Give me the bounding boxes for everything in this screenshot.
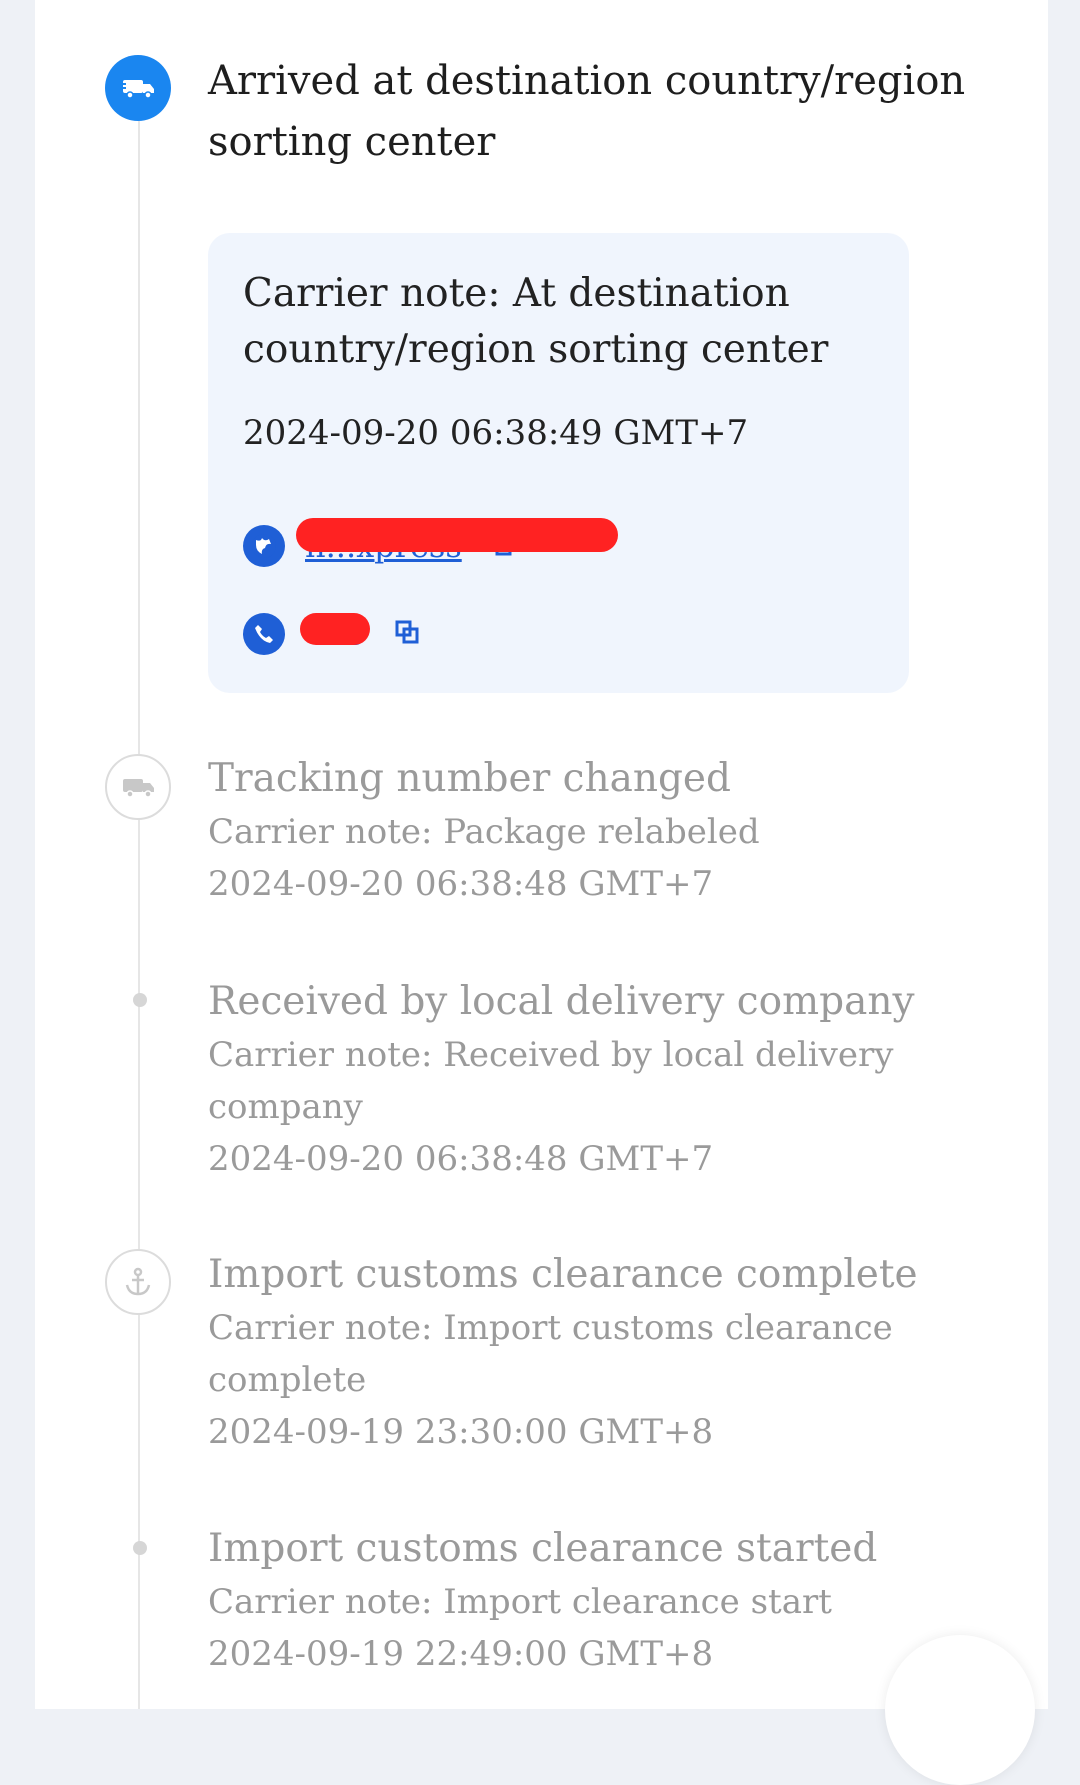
event-carrier-note: Carrier note: Package relabeled [208, 812, 760, 852]
timeline-dot [133, 1541, 147, 1555]
redaction-mark [300, 613, 370, 645]
event-received-local: Received by local delivery company Carri… [208, 975, 968, 1185]
event-title: Import customs clearance complete [208, 1252, 918, 1297]
event-carrier-note: Carrier note: Import customs clearance c… [208, 1308, 893, 1400]
globe-icon [243, 525, 285, 567]
event-timestamp: 2024-09-20 06:38:48 GMT+7 [208, 864, 714, 904]
event-title: Received by local delivery company [208, 979, 915, 1024]
timeline-line [138, 90, 140, 1709]
event-title: Tracking number changed [208, 756, 731, 801]
event-customs-started: Import customs clearance started Carrier… [208, 1522, 968, 1680]
anchor-icon [105, 1249, 171, 1315]
event-timestamp: 2024-09-19 23:30:00 GMT+8 [208, 1412, 714, 1452]
event-carrier-note: Carrier note: Received by local delivery… [208, 1035, 894, 1127]
truck-icon [105, 55, 171, 121]
redaction-mark [296, 518, 618, 552]
event-carrier-note: Carrier note: Import clearance start [208, 1582, 832, 1622]
phone-icon [243, 613, 285, 655]
event-arrived: Arrived at destination country/region so… [208, 51, 968, 173]
copy-icon[interactable] [395, 620, 419, 648]
truck-icon [105, 754, 171, 820]
event-title: Arrived at destination country/region so… [208, 58, 966, 165]
event-title: Import customs clearance started [208, 1526, 878, 1571]
carrier-note-card: Carrier note: At destination country/reg… [208, 233, 909, 693]
card-timestamp: 2024-09-20 06:38:49 GMT+7 [243, 413, 749, 453]
event-customs-complete: Import customs clearance complete Carrie… [208, 1248, 968, 1458]
card-carrier-note: Carrier note: At destination country/reg… [243, 271, 829, 372]
help-chat-button[interactable] [885, 1635, 1035, 1785]
event-timestamp: 2024-09-20 06:38:48 GMT+7 [208, 1139, 714, 1179]
event-tracking-changed: Tracking number changed Carrier note: Pa… [208, 752, 760, 910]
event-timestamp: 2024-09-19 22:49:00 GMT+8 [208, 1634, 714, 1674]
timeline-dot [133, 993, 147, 1007]
